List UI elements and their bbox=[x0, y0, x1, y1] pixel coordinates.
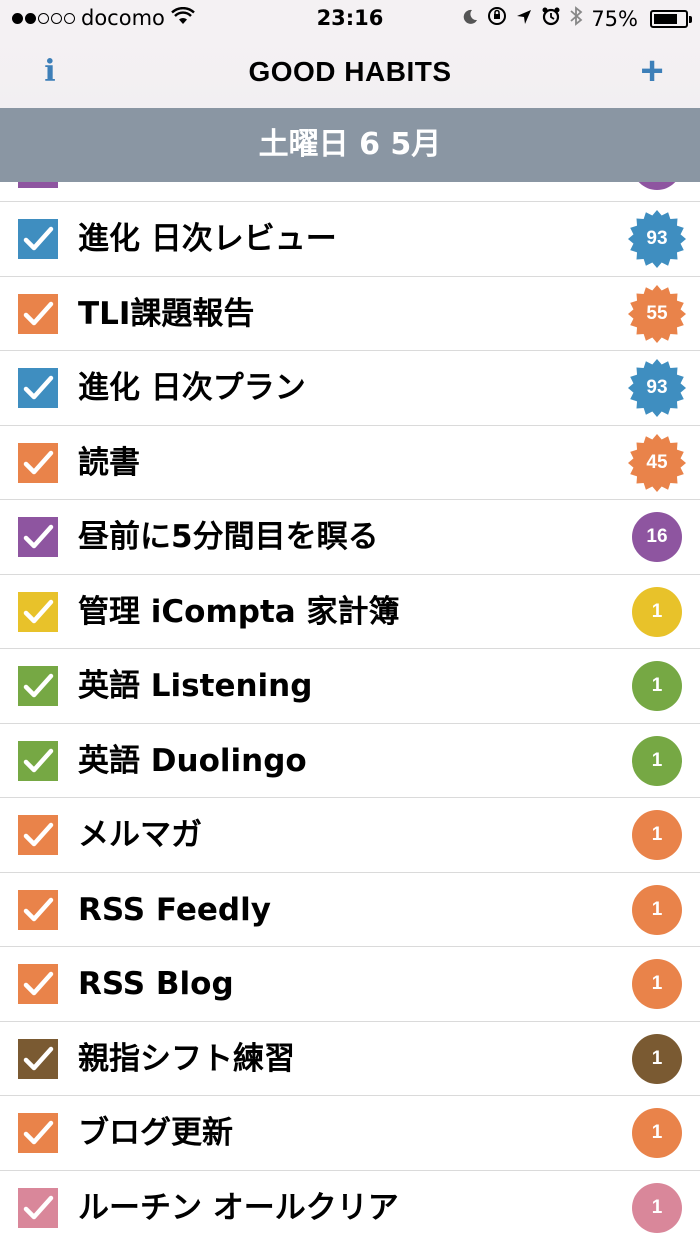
streak-count: 16 bbox=[646, 526, 668, 547]
streak-count: 1 bbox=[651, 824, 663, 845]
streak-count: 1 bbox=[651, 1047, 663, 1069]
checkbox-checked-icon[interactable] bbox=[18, 1187, 58, 1228]
streak-count-badge: 1 bbox=[632, 586, 682, 637]
habit-label: 英語 Listening bbox=[78, 668, 313, 704]
streak-star-badge: 93 bbox=[628, 210, 686, 268]
streak-count: 1 bbox=[651, 898, 663, 920]
streak-count: 45 bbox=[646, 451, 668, 473]
list-item[interactable]: ブログ更新 1 bbox=[0, 1096, 700, 1171]
checkbox-partial[interactable] bbox=[18, 182, 58, 188]
page-title: GOOD HABITS bbox=[248, 56, 452, 87]
habit-label: RSS Blog bbox=[78, 966, 234, 1002]
navigation-bar: i GOOD HABITS + bbox=[0, 38, 700, 108]
checkbox-checked-icon[interactable] bbox=[18, 666, 58, 706]
battery-percent: 75% bbox=[591, 6, 638, 31]
list-item[interactable]: 読書 45 bbox=[0, 426, 700, 500]
checkbox-checked-icon[interactable] bbox=[18, 219, 58, 259]
orientation-lock-icon bbox=[487, 6, 507, 31]
streak-count-badge: 16 bbox=[632, 512, 682, 562]
streak-star-badge: 45 bbox=[628, 433, 686, 492]
list-item[interactable]: メルマガ 1 bbox=[0, 798, 700, 873]
habit-label: 進化 日次レビュー bbox=[78, 221, 337, 257]
checkbox-checked-icon[interactable] bbox=[18, 591, 58, 632]
moon-icon bbox=[461, 7, 479, 31]
list-item[interactable]: 親指シフト練習 1 bbox=[0, 1022, 700, 1096]
habit-label: メルマガ bbox=[78, 817, 202, 853]
habit-label: 進化 日次プラン bbox=[78, 370, 306, 406]
checkbox-checked-icon[interactable] bbox=[18, 815, 58, 855]
streak-star-badge: 93 bbox=[628, 359, 686, 417]
streak-count-badge: 1 bbox=[632, 959, 682, 1009]
habit-label: ルーチン オールクリア bbox=[78, 1189, 399, 1226]
habit-label: 読書 bbox=[78, 444, 140, 481]
list-item[interactable]: 進化 日次プラン 93 bbox=[0, 351, 700, 426]
streak-count: 93 bbox=[646, 228, 668, 249]
list-item[interactable]: 昼前に5分間目を瞑る 16 bbox=[0, 500, 700, 575]
status-right: 75% bbox=[461, 6, 692, 31]
location-icon bbox=[515, 7, 533, 31]
habit-label: ブログ更新 bbox=[78, 1115, 233, 1151]
date-header: 土曜日 6 5月 bbox=[0, 108, 700, 182]
list-item[interactable]: TLI課題報告 55 bbox=[0, 277, 700, 351]
streak-count: 1 bbox=[651, 973, 663, 994]
streak-count-badge: 1 bbox=[632, 1033, 682, 1084]
checkbox-checked-icon[interactable] bbox=[18, 1038, 58, 1079]
list-item[interactable]: 進化 日次レビュー 93 bbox=[0, 202, 700, 277]
status-bar: docomo 23:16 75% bbox=[0, 0, 700, 38]
alarm-icon bbox=[541, 6, 561, 31]
checkbox-checked-icon[interactable] bbox=[18, 293, 58, 334]
bluetooth-icon bbox=[569, 6, 583, 31]
checkbox-checked-icon[interactable] bbox=[18, 368, 58, 408]
streak-count: 1 bbox=[651, 1122, 663, 1143]
list-item[interactable]: 英語 Duolingo 1 bbox=[0, 724, 700, 798]
habit-label: TLI課題報告 bbox=[78, 295, 255, 332]
list-item[interactable]: 英語 Listening 1 bbox=[0, 649, 700, 724]
streak-count-badge: 1 bbox=[632, 735, 682, 786]
checkbox-checked-icon[interactable] bbox=[18, 442, 58, 483]
battery-icon bbox=[650, 9, 692, 28]
checkbox-checked-icon[interactable] bbox=[18, 964, 58, 1004]
checkbox-checked-icon[interactable] bbox=[18, 517, 58, 557]
streak-count: 93 bbox=[646, 377, 668, 398]
list-item[interactable]: RSS Blog 1 bbox=[0, 947, 700, 1022]
habit-label: 親指シフト練習 bbox=[78, 1040, 295, 1077]
streak-count-badge: 1 bbox=[632, 810, 682, 860]
habit-label: 英語 Duolingo bbox=[78, 742, 307, 779]
streak-star-badge: 55 bbox=[628, 284, 686, 343]
streak-count: 1 bbox=[651, 675, 663, 696]
habit-label: 管理 iCompta 家計簿 bbox=[78, 593, 400, 630]
habit-label: 昼前に5分間目を瞑る bbox=[78, 519, 379, 555]
list-item[interactable]: 管理 iCompta 家計簿 1 bbox=[0, 575, 700, 649]
streak-count-badge: 1 bbox=[632, 884, 682, 935]
streak-count: 1 bbox=[651, 1196, 663, 1218]
checkbox-checked-icon[interactable] bbox=[18, 740, 58, 781]
streak-count: 1 bbox=[651, 749, 663, 771]
streak-count: 55 bbox=[646, 302, 668, 324]
add-habit-button[interactable]: + bbox=[630, 48, 674, 96]
streak-count-badge: 1 bbox=[632, 1182, 682, 1233]
habit-label: RSS Feedly bbox=[78, 891, 271, 928]
list-item[interactable]: RSS Feedly 1 bbox=[0, 873, 700, 947]
streak-count-badge: 1 bbox=[632, 661, 682, 711]
streak-count-badge: 1 bbox=[632, 1108, 682, 1158]
checkbox-checked-icon[interactable] bbox=[18, 889, 58, 930]
checkbox-checked-icon[interactable] bbox=[18, 1113, 58, 1153]
habit-list[interactable]: 進化 日次レビュー 93 TLI課題報告 55 進化 日次プラン 93 読書 45 昼前に5分間… bbox=[0, 182, 700, 1244]
streak-count: 1 bbox=[651, 600, 663, 622]
list-item-partial[interactable] bbox=[0, 182, 700, 202]
list-item[interactable]: ルーチン オールクリア 1 bbox=[0, 1171, 700, 1244]
count-badge-partial bbox=[632, 182, 682, 190]
